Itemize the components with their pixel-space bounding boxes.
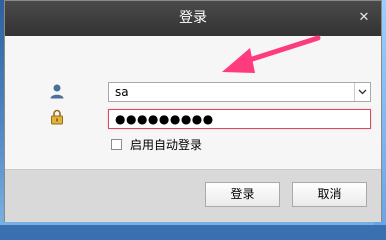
cancel-button[interactable]: 取消 [292, 182, 367, 207]
auto-login-row[interactable]: 启用自动登录 [111, 137, 203, 152]
dialog-content: sa ●●●●●●●●● 启用自动登录 [5, 36, 381, 169]
user-icon [50, 84, 64, 99]
username-dropdown-button[interactable] [354, 83, 370, 101]
login-button[interactable]: 登录 [205, 182, 280, 207]
chevron-down-icon [358, 89, 367, 95]
close-icon[interactable]: ✕ [357, 11, 371, 25]
password-value: ●●●●●●●●● [115, 112, 214, 126]
title-bar[interactable]: 登录 ✕ [5, 1, 381, 36]
dialog-title: 登录 [179, 10, 207, 26]
auto-login-label: 启用自动登录 [130, 137, 203, 152]
auto-login-checkbox[interactable] [111, 138, 122, 150]
username-field[interactable]: sa [108, 82, 371, 102]
password-field[interactable]: ●●●●●●●●● [108, 109, 371, 129]
lock-icon [51, 109, 63, 125]
username-value: sa [115, 85, 129, 99]
